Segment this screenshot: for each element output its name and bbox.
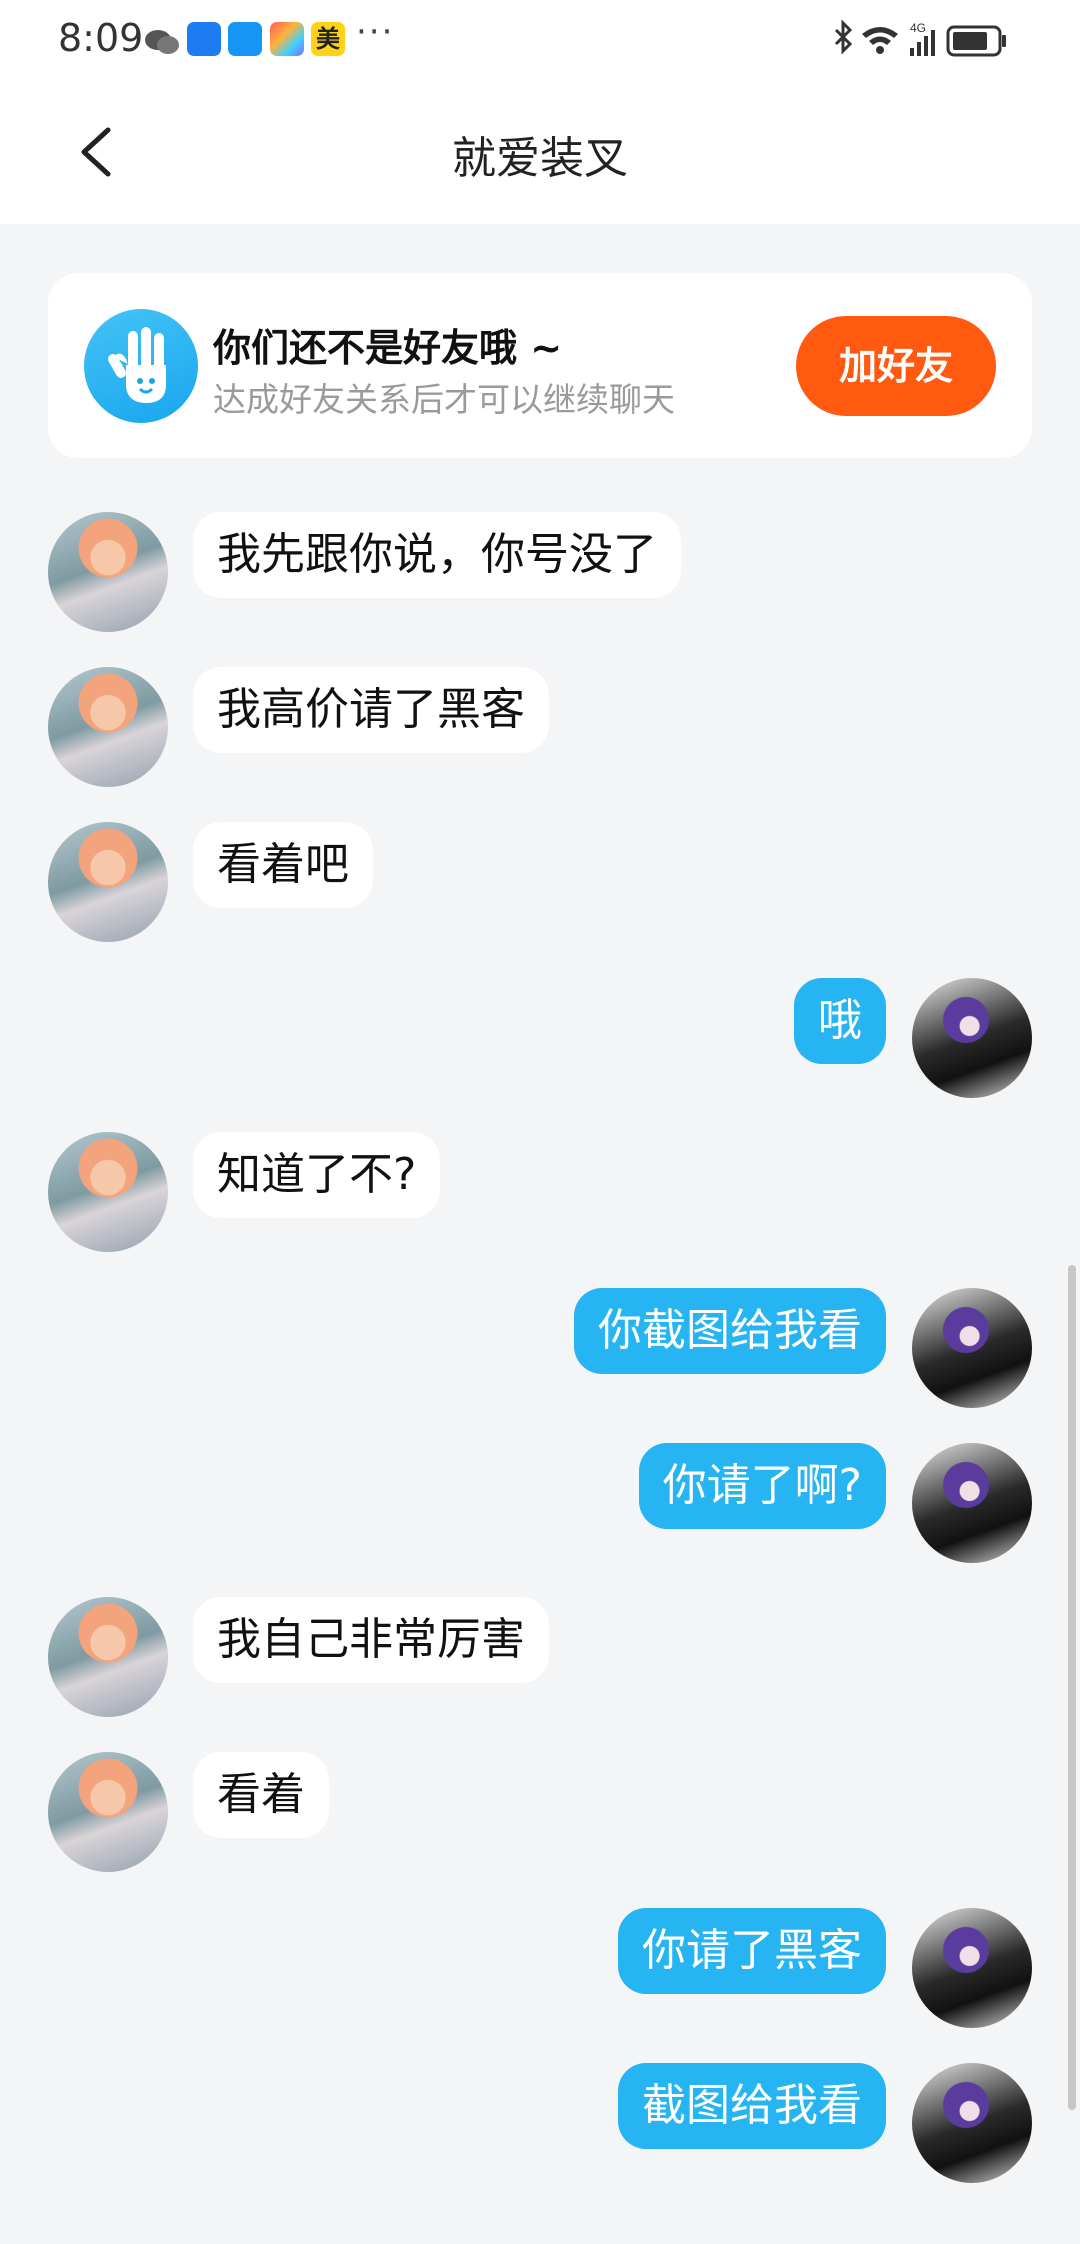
- message-bubble-sent[interactable]: 截图给我看: [618, 2063, 886, 2149]
- message-bubble-sent[interactable]: 你请了黑客: [618, 1908, 886, 1994]
- app-store-notification-icon: [270, 22, 304, 56]
- status-right-icons: 4G: [834, 19, 1006, 57]
- wifi-icon: [862, 27, 898, 54]
- message-bubble-received[interactable]: 看着: [193, 1752, 329, 1838]
- not-friends-banner: 你们还不是好友哦 ~ 达成好友关系后才可以继续聊天 加好友: [48, 273, 1032, 458]
- my-avatar[interactable]: [912, 978, 1032, 1098]
- hand-wave-icon: [84, 309, 198, 423]
- status-time: 8:09: [58, 16, 144, 60]
- add-friend-button[interactable]: 加好友: [796, 316, 996, 416]
- contact-avatar[interactable]: [48, 512, 168, 632]
- weather-notification-icon: [228, 22, 262, 56]
- chat-title: 就爱装叉: [452, 133, 628, 184]
- banner-subtitle: 达成好友关系后才可以继续聊天: [213, 380, 675, 419]
- message-bubble-received[interactable]: 看着吧: [193, 822, 373, 908]
- svg-text:4G: 4G: [910, 21, 926, 35]
- my-avatar[interactable]: [912, 2063, 1032, 2183]
- meituan-icon: 美: [311, 22, 345, 56]
- contact-avatar[interactable]: [48, 1752, 168, 1872]
- my-avatar[interactable]: [912, 1443, 1032, 1563]
- app-notification-icon: [187, 22, 221, 56]
- message-bubble-received[interactable]: 我自己非常厉害: [193, 1597, 549, 1683]
- chat-header: 就爱装叉: [0, 82, 1080, 224]
- more-notifications-icon: ···: [356, 12, 395, 52]
- message-bubble-sent[interactable]: 你请了啊?: [638, 1443, 886, 1529]
- contact-avatar[interactable]: [48, 1132, 168, 1252]
- bluetooth-icon: [834, 19, 853, 55]
- my-avatar[interactable]: [912, 1288, 1032, 1408]
- my-avatar[interactable]: [912, 1908, 1032, 2028]
- battery-icon: [946, 25, 1006, 57]
- message-bubble-received[interactable]: 我先跟你说，你号没了: [193, 512, 681, 598]
- message-bubble-received[interactable]: 知道了不?: [193, 1132, 441, 1218]
- contact-avatar[interactable]: [48, 1597, 168, 1717]
- banner-title: 你们还不是好友哦 ~: [213, 326, 563, 370]
- message-bubble-received[interactable]: 我高价请了黑客: [193, 667, 549, 753]
- message-bubble-sent[interactable]: 你截图给我看: [574, 1288, 886, 1374]
- scrollbar[interactable]: [1068, 1265, 1076, 2110]
- contact-avatar[interactable]: [48, 667, 168, 787]
- contact-avatar[interactable]: [48, 822, 168, 942]
- wechat-icon: [145, 30, 179, 54]
- status-bar: 8:09 美 ··· 4G: [0, 0, 1080, 82]
- message-bubble-sent[interactable]: 哦: [794, 978, 886, 1064]
